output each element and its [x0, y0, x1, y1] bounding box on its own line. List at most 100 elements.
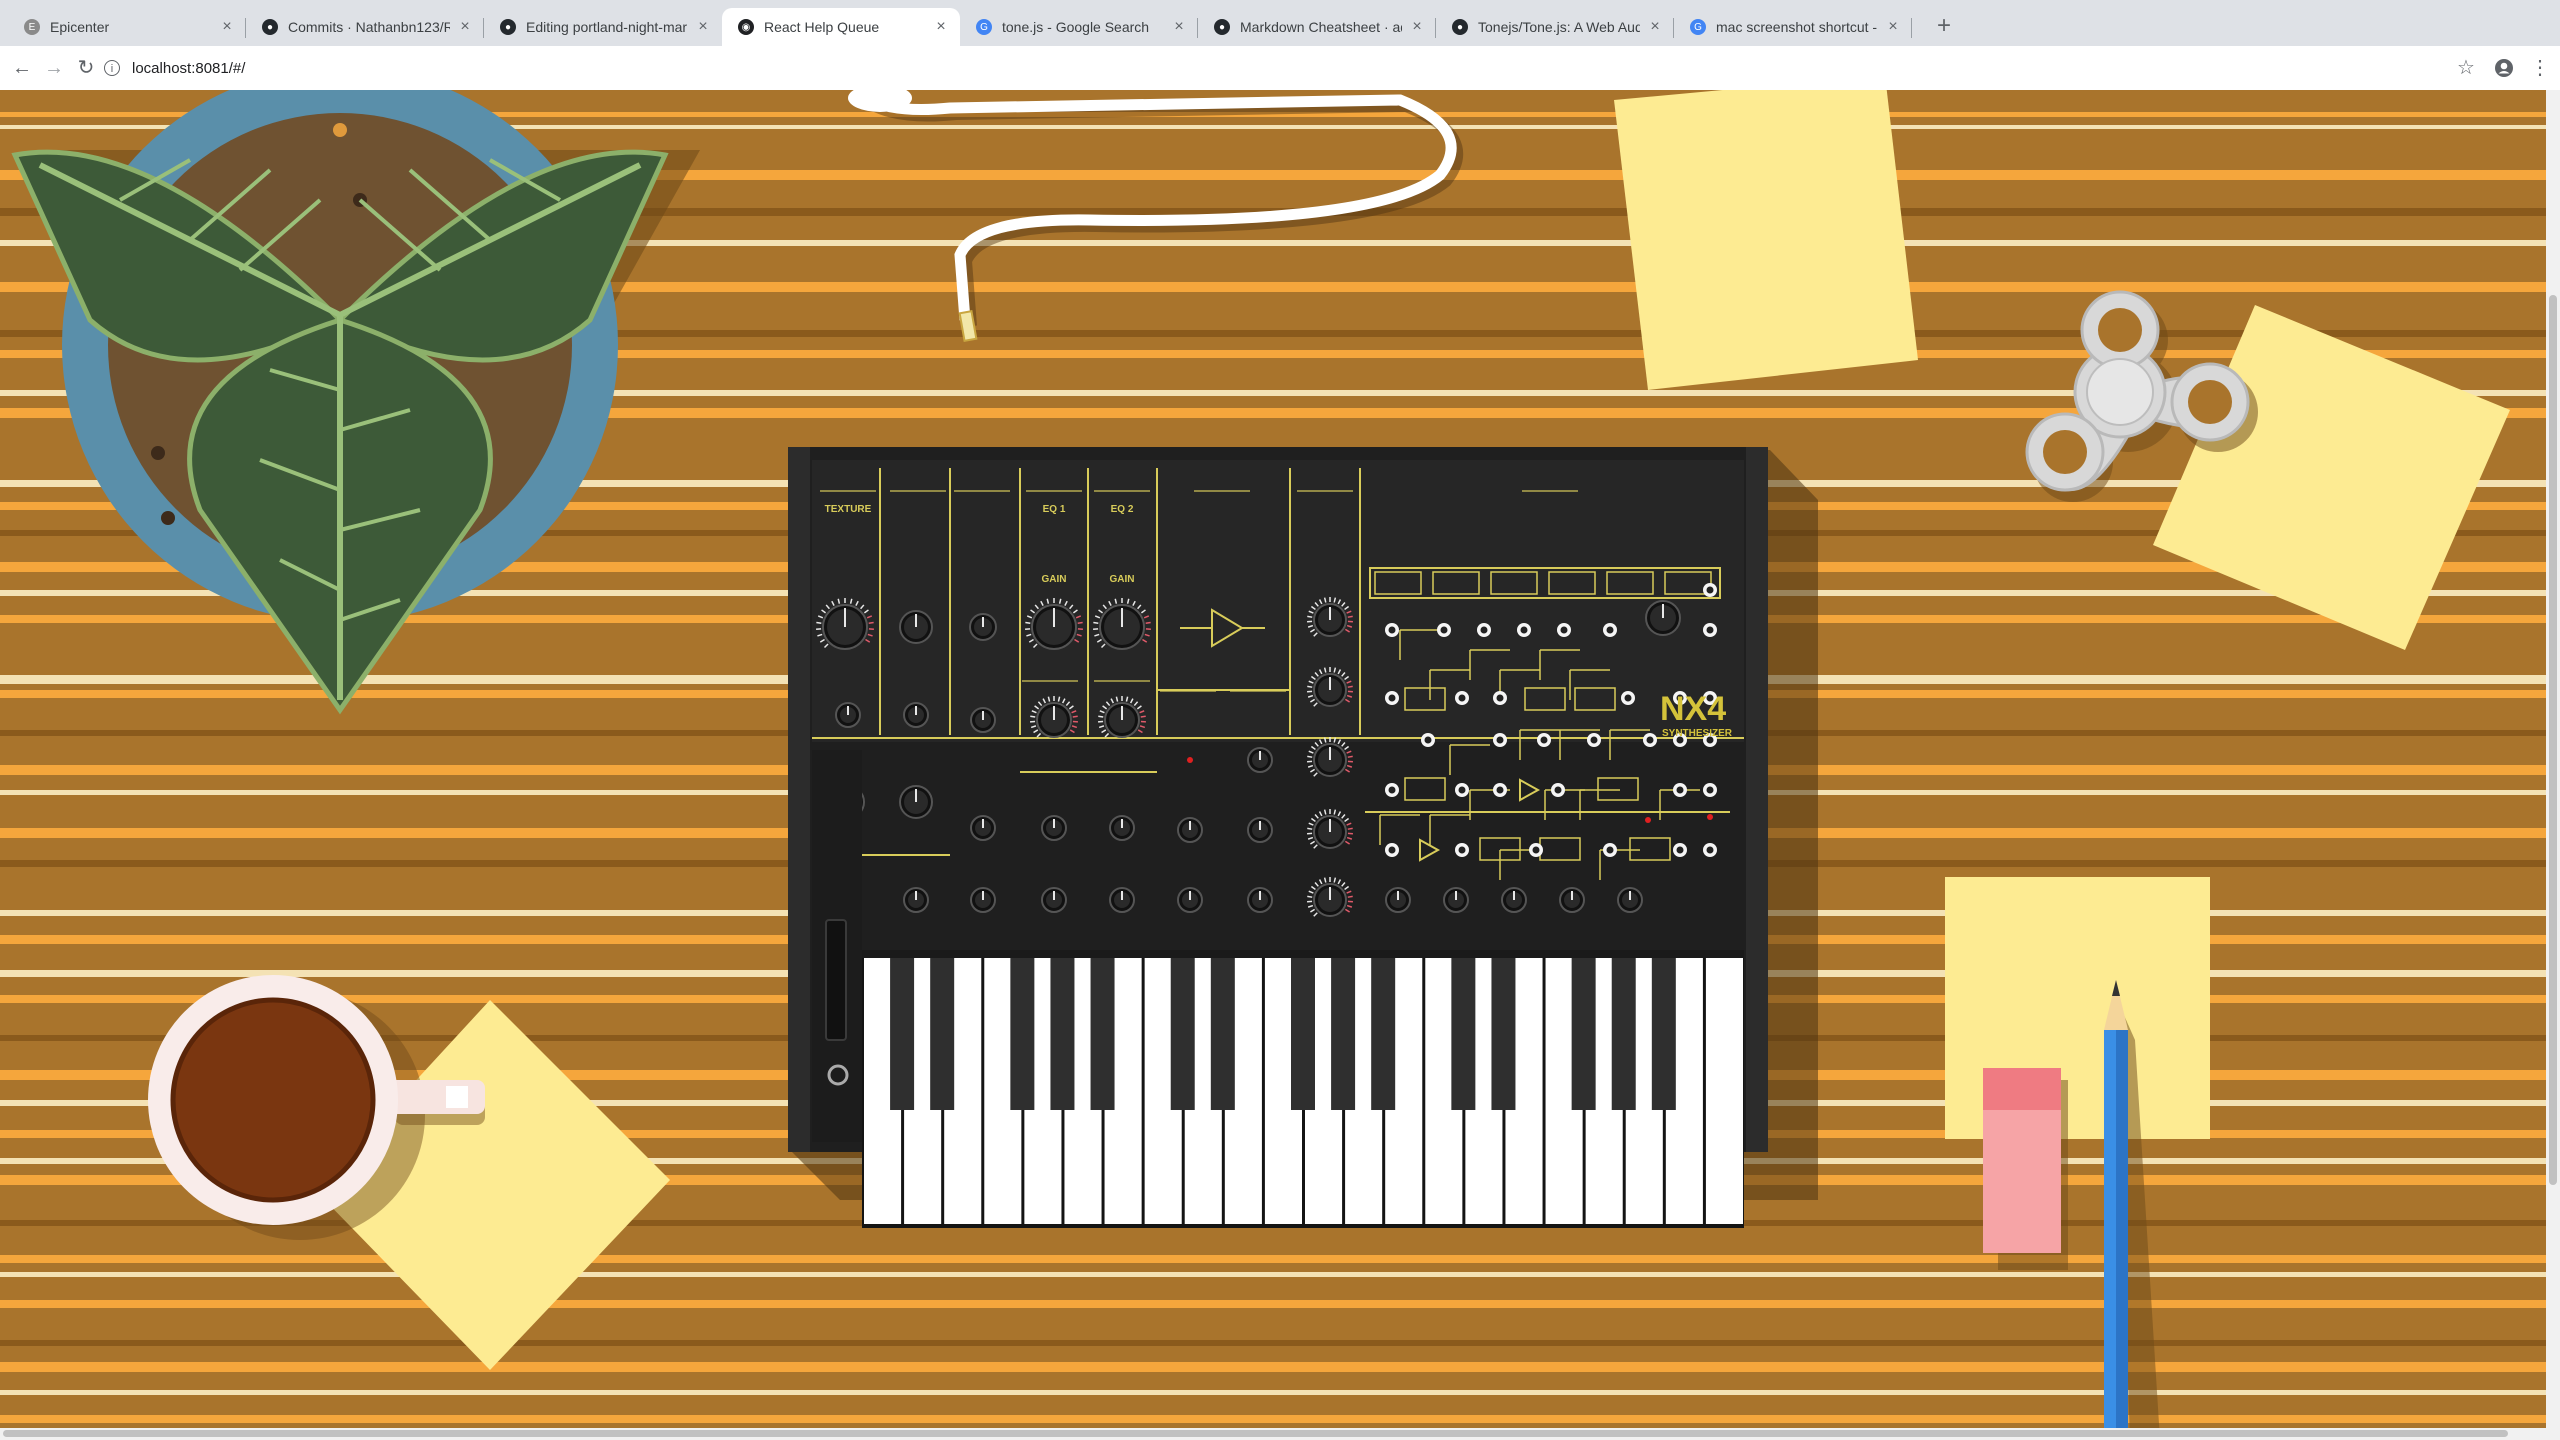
black-key[interactable] — [890, 958, 915, 1110]
tab-6[interactable]: ● Tonejs/Tone.js: A Web Audio fr × — [1436, 8, 1674, 46]
pitch-wheel[interactable] — [825, 919, 847, 1041]
browser-menu-button[interactable]: ⋮ — [2526, 54, 2554, 82]
patch-jack[interactable] — [1537, 733, 1551, 747]
close-tab-icon[interactable]: × — [1408, 18, 1426, 36]
patch-jack[interactable] — [1703, 783, 1717, 797]
patch-jack[interactable] — [1493, 691, 1507, 705]
close-tab-icon[interactable]: × — [1646, 18, 1664, 36]
synth-knob[interactable] — [1559, 887, 1585, 913]
black-key[interactable] — [1651, 958, 1676, 1110]
tab-2[interactable]: ● Editing portland-night-market × — [484, 8, 722, 46]
synth-knob[interactable] — [1041, 815, 1067, 841]
synth-knob[interactable] — [1041, 887, 1067, 913]
tab-5[interactable]: ● Markdown Cheatsheet · adam × — [1198, 8, 1436, 46]
black-key[interactable] — [1010, 958, 1035, 1110]
synth-knob[interactable] — [903, 887, 929, 913]
synth-knob[interactable] — [1247, 747, 1273, 773]
black-key[interactable] — [1291, 958, 1315, 1110]
bookmark-star-button[interactable]: ☆ — [2452, 54, 2480, 82]
address-bar[interactable]: i localhost:8081/#/ — [104, 52, 2454, 84]
black-key[interactable] — [1451, 958, 1476, 1110]
synth-knob[interactable] — [903, 702, 929, 728]
tab-1[interactable]: ● Commits · Nathanbn123/React × — [246, 8, 484, 46]
synth-knob[interactable] — [970, 887, 996, 913]
patch-jack[interactable] — [1603, 843, 1617, 857]
new-tab-button[interactable]: + — [1930, 12, 1958, 40]
patch-jack[interactable] — [1455, 843, 1469, 857]
patch-jack[interactable] — [1385, 691, 1399, 705]
patch-jack[interactable] — [1477, 623, 1491, 637]
synth-knob[interactable] — [1247, 887, 1273, 913]
forward-button[interactable]: → — [40, 54, 68, 82]
patch-jack[interactable] — [1455, 691, 1469, 705]
patch-jack[interactable] — [1517, 623, 1531, 637]
patch-jack[interactable] — [1703, 623, 1717, 637]
horizontal-scrollbar-thumb[interactable] — [3, 1430, 2508, 1437]
patch-jack[interactable] — [1621, 691, 1635, 705]
vertical-scrollbar[interactable] — [2546, 90, 2560, 1440]
patch-jack[interactable] — [1703, 583, 1717, 597]
black-key[interactable] — [1090, 958, 1115, 1110]
patch-jack[interactable] — [1673, 843, 1687, 857]
forward-arrow-icon: → — [44, 57, 64, 79]
profile-button[interactable] — [2490, 54, 2518, 82]
patch-jack[interactable] — [1437, 623, 1451, 637]
horizontal-scrollbar[interactable] — [0, 1428, 2546, 1440]
patch-jack[interactable] — [1385, 623, 1399, 637]
close-tab-icon[interactable]: × — [1170, 18, 1188, 36]
synth-knob[interactable] — [1443, 887, 1469, 913]
close-tab-icon[interactable]: × — [694, 18, 712, 36]
patch-jack[interactable] — [1385, 783, 1399, 797]
patch-jack[interactable] — [1529, 843, 1543, 857]
reload-button[interactable]: ↻ — [72, 54, 100, 82]
synth-knob[interactable] — [1645, 600, 1681, 636]
black-key[interactable] — [1331, 958, 1356, 1110]
tab-4[interactable]: Gtone.js - Google Search × — [960, 8, 1198, 46]
patch-jack[interactable] — [1587, 733, 1601, 747]
black-key[interactable] — [1571, 958, 1596, 1110]
patch-jack[interactable] — [1557, 623, 1571, 637]
synth-knob[interactable] — [1385, 887, 1411, 913]
synth-knob[interactable] — [1177, 817, 1203, 843]
synth-knob[interactable] — [1501, 887, 1527, 913]
synth-knob[interactable] — [835, 702, 861, 728]
synth-knob[interactable] — [1247, 817, 1273, 843]
patch-jack[interactable] — [1603, 623, 1617, 637]
black-key[interactable] — [1611, 958, 1636, 1110]
tab-3[interactable]: ◉ React Help Queue × — [722, 8, 960, 46]
patch-jack[interactable] — [1493, 783, 1507, 797]
patch-jack[interactable] — [1385, 843, 1399, 857]
close-tab-icon[interactable]: × — [932, 18, 950, 36]
black-key[interactable] — [1210, 958, 1235, 1110]
back-button[interactable]: ← — [8, 54, 36, 82]
black-key[interactable] — [1371, 958, 1396, 1110]
black-key[interactable] — [1050, 958, 1075, 1110]
tab-title: React Help Queue — [764, 19, 880, 35]
synth-knob[interactable] — [969, 613, 997, 641]
synth-knob[interactable] — [970, 707, 996, 733]
synth-knob[interactable] — [899, 785, 933, 819]
close-tab-icon[interactable]: × — [218, 18, 236, 36]
synth-knob[interactable] — [1177, 887, 1203, 913]
patch-jack[interactable] — [1551, 783, 1565, 797]
tab-7[interactable]: Gmac screenshot shortcut - Goo × — [1674, 8, 1912, 46]
tab-0[interactable]: E Epicenter × — [8, 8, 246, 46]
patch-jack[interactable] — [1703, 843, 1717, 857]
black-key[interactable] — [930, 958, 955, 1110]
patch-jack[interactable] — [1673, 783, 1687, 797]
synth-knob[interactable] — [1617, 887, 1643, 913]
synth-knob[interactable] — [1109, 887, 1135, 913]
close-tab-icon[interactable]: × — [1884, 18, 1902, 36]
scrollbar-thumb[interactable] — [2549, 295, 2557, 1185]
synth-knob[interactable] — [1109, 815, 1135, 841]
patch-jack[interactable] — [1493, 733, 1507, 747]
close-tab-icon[interactable]: × — [456, 18, 474, 36]
synth-knob[interactable] — [899, 610, 933, 644]
synth-knob[interactable] — [970, 815, 996, 841]
patch-jack[interactable] — [1421, 733, 1435, 747]
white-key[interactable] — [1705, 958, 1743, 1224]
patch-jack[interactable] — [1455, 783, 1469, 797]
black-key[interactable] — [1491, 958, 1516, 1110]
black-key[interactable] — [1170, 958, 1195, 1110]
patch-jack[interactable] — [1643, 733, 1657, 747]
